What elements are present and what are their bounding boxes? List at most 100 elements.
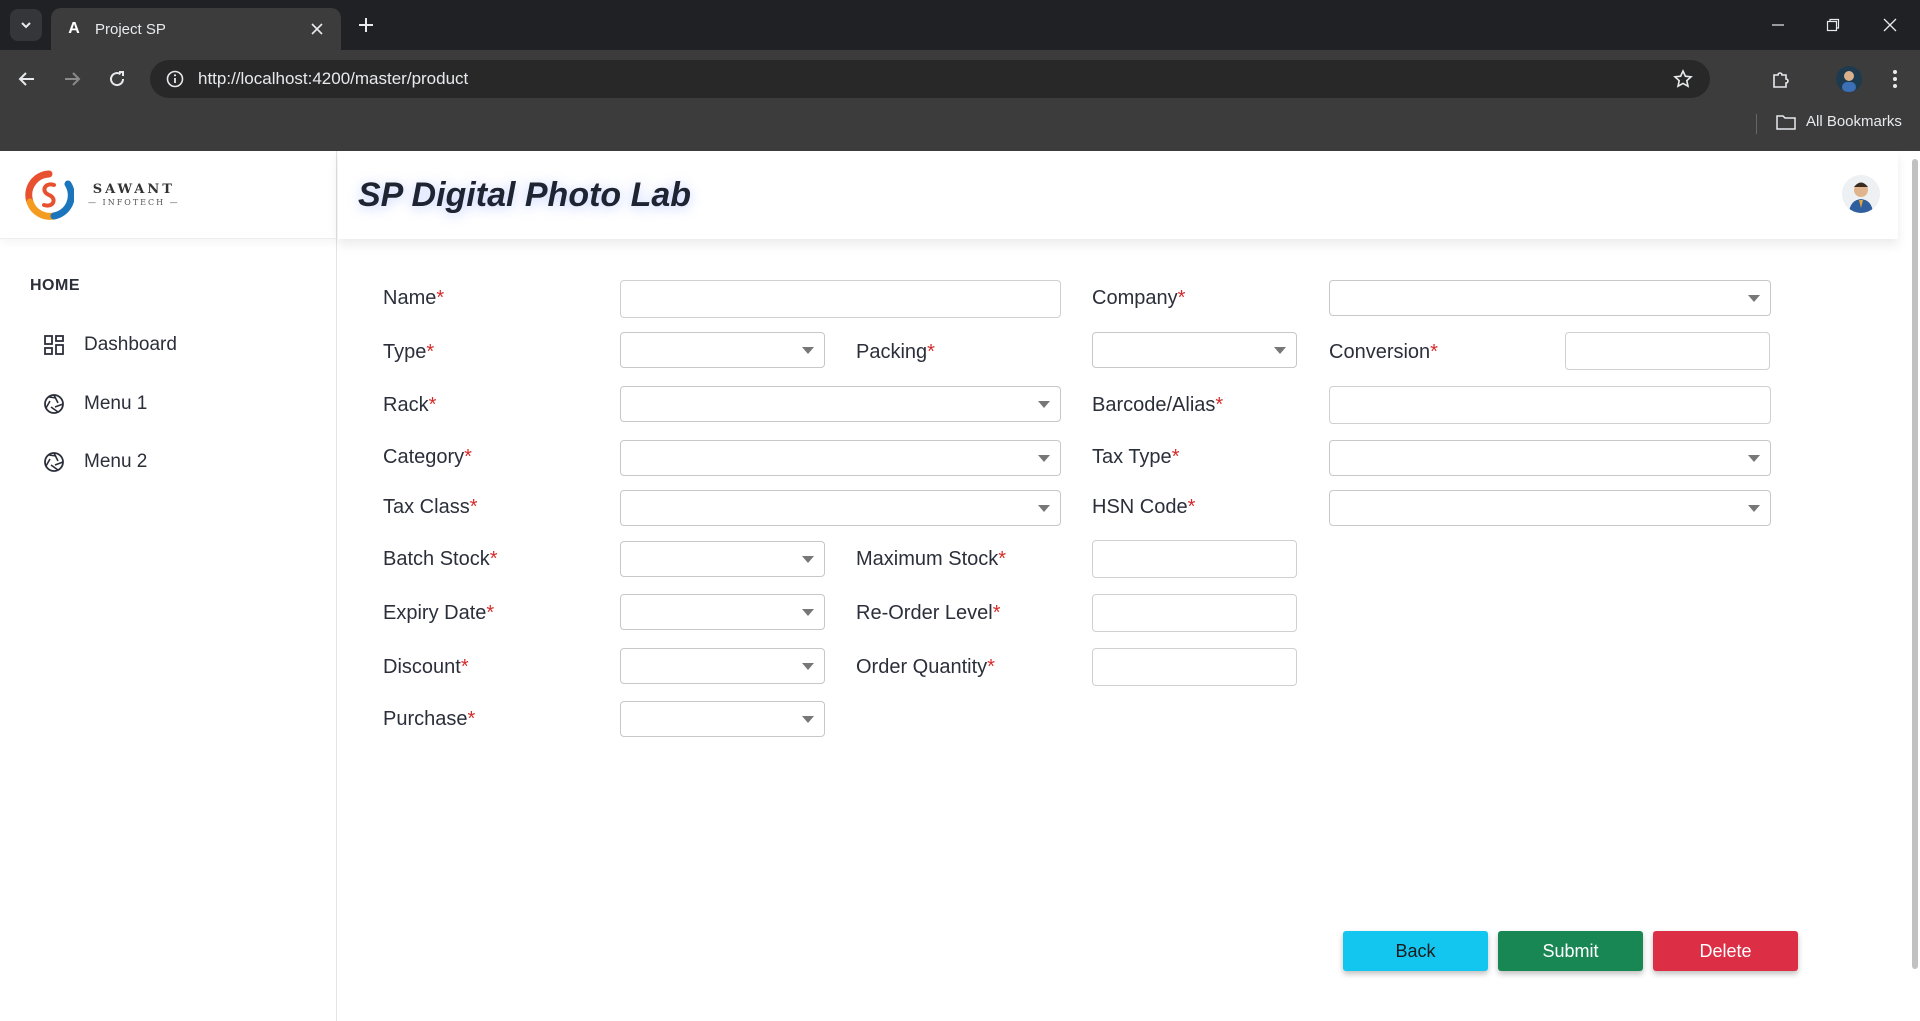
puzzle-icon [1773, 72, 1789, 88]
label-tax-class: Tax Class* [383, 496, 478, 518]
label-packing: Packing* [856, 341, 935, 363]
close-window-button[interactable] [1877, 12, 1903, 38]
chevron-down-icon [802, 716, 814, 723]
page-scrollbar[interactable] [1910, 159, 1920, 969]
purchase-select[interactable] [620, 701, 825, 737]
expiry-date-select[interactable] [620, 594, 825, 630]
sidebar-item-menu-1[interactable]: Menu 1 [42, 389, 147, 419]
label-category: Category* [383, 446, 472, 468]
category-select[interactable] [620, 440, 1061, 476]
chevron-down-icon [802, 347, 814, 354]
brand-text: SAWANT — INFOTECH — [88, 182, 180, 207]
label-hsn-code: HSN Code* [1092, 496, 1196, 518]
arrow-right-icon [65, 72, 81, 86]
chevron-down-icon [1748, 505, 1760, 512]
top-header: SP Digital Photo Lab [338, 151, 1898, 239]
conversion-input[interactable] [1565, 332, 1770, 370]
label-type: Type* [383, 341, 435, 363]
packing-select[interactable] [1092, 332, 1297, 368]
reorder-level-input[interactable] [1092, 594, 1297, 632]
page-title: SP Digital Photo Lab [358, 175, 692, 214]
chevron-down-icon [802, 663, 814, 670]
app-root: SAWANT — INFOTECH — HOME Dashboard Menu … [0, 151, 1920, 1021]
reload-icon [110, 71, 125, 87]
label-discount: Discount* [383, 656, 469, 678]
label-reorder-level: Re-Order Level* [856, 602, 1001, 624]
submit-button[interactable]: Submit [1498, 931, 1643, 971]
company-select[interactable] [1329, 280, 1771, 316]
label-expiry-date: Expiry Date* [383, 602, 495, 624]
hsn-code-select[interactable] [1329, 490, 1771, 526]
browser-chrome: A Project SP http://localhost:4200/maste… [0, 0, 1920, 151]
chevron-down-icon [1748, 295, 1760, 302]
arrow-left-icon [18, 72, 34, 86]
chevron-down-icon [1038, 505, 1050, 512]
url-text[interactable]: http://localhost:4200/master/product [198, 69, 1670, 89]
discount-select[interactable] [620, 648, 825, 684]
sawant-logo-icon [25, 170, 74, 220]
sidebar-item-label: Menu 1 [84, 393, 148, 414]
profile-avatar[interactable] [1836, 66, 1862, 92]
angular-icon: A [68, 20, 80, 37]
sidebar-section-home: HOME [30, 277, 80, 294]
label-purchase: Purchase* [383, 708, 476, 730]
rack-select[interactable] [620, 386, 1061, 422]
star-icon[interactable] [1670, 66, 1696, 92]
label-conversion: Conversion* [1329, 341, 1438, 363]
all-bookmarks-button[interactable]: All Bookmarks [1776, 113, 1902, 130]
label-company: Company* [1092, 287, 1186, 309]
restore-button[interactable] [1820, 12, 1846, 38]
back-button[interactable]: Back [1343, 931, 1488, 971]
scrollbar-thumb[interactable] [1912, 159, 1918, 969]
minimize-button[interactable] [1765, 12, 1791, 38]
barcode-alias-input[interactable] [1329, 386, 1771, 424]
tab-strip: A Project SP [0, 0, 1920, 50]
browser-menu-button[interactable] [1880, 64, 1910, 94]
sidebar-item-menu-2[interactable]: Menu 2 [42, 447, 147, 477]
close-icon[interactable] [307, 19, 327, 39]
label-name: Name* [383, 287, 445, 309]
order-quantity-input[interactable] [1092, 648, 1297, 686]
user-avatar[interactable] [1842, 175, 1880, 213]
chevron-down-icon [802, 609, 814, 616]
label-maximum-stock: Maximum Stock* [856, 548, 1007, 570]
tab-title: Project SP [95, 20, 166, 38]
browser-tab[interactable]: A Project SP [51, 8, 341, 50]
type-select[interactable] [620, 332, 825, 368]
aperture-icon [42, 392, 66, 416]
address-bar[interactable]: http://localhost:4200/master/product [150, 60, 1710, 98]
sidebar: SAWANT — INFOTECH — HOME Dashboard Menu … [0, 151, 337, 1021]
sidebar-item-dashboard[interactable]: Dashboard [42, 330, 177, 360]
dashboard-grid-icon [42, 333, 66, 357]
brand-logo[interactable]: SAWANT — INFOTECH — [0, 151, 336, 239]
chevron-down-icon [1748, 455, 1760, 462]
chevron-down-icon [1274, 347, 1286, 354]
sidebar-item-label: Dashboard [84, 334, 177, 355]
minimize-icon [1772, 24, 1784, 26]
label-batch-stock: Batch Stock* [383, 548, 498, 570]
reload-button[interactable] [102, 64, 132, 94]
tax-class-select[interactable] [620, 490, 1061, 526]
tax-type-select[interactable] [1329, 440, 1771, 476]
label-rack: Rack* [383, 394, 437, 416]
tab-search-button[interactable] [10, 9, 42, 41]
more-vert-icon [1893, 70, 1897, 88]
site-info-icon[interactable] [164, 68, 186, 90]
close-icon [1883, 18, 1897, 32]
bookmark-separator [1756, 114, 1757, 134]
chevron-down-icon [802, 556, 814, 563]
folder-icon [1776, 114, 1796, 130]
back-nav-button[interactable] [12, 64, 42, 94]
forward-nav-button[interactable] [57, 64, 87, 94]
plus-icon [359, 18, 373, 32]
chevron-down-icon [1038, 401, 1050, 408]
name-input[interactable] [620, 280, 1061, 318]
brand-name: SAWANT [92, 182, 175, 197]
label-barcode-alias: Barcode/Alias* [1092, 394, 1224, 416]
new-tab-button[interactable] [354, 13, 378, 37]
batch-stock-select[interactable] [620, 541, 825, 577]
maximum-stock-input[interactable] [1092, 540, 1297, 578]
delete-button[interactable]: Delete [1653, 931, 1798, 971]
extensions-button[interactable] [1766, 64, 1796, 94]
aperture-icon [42, 450, 66, 474]
